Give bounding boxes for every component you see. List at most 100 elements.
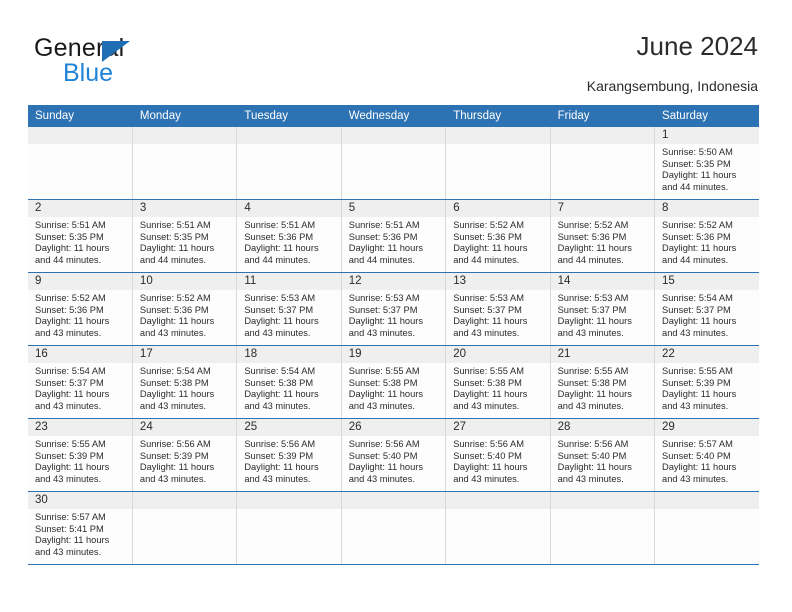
calendar-day-cell[interactable]: 27 Sunrise: 5:56 AM Sunset: 5:40 PM Dayligh… <box>445 418 551 492</box>
weekday-header-monday: Monday <box>132 105 238 127</box>
day-details: Sunrise: 5:54 AM Sunset: 5:38 PM Daylight:… <box>133 363 236 412</box>
calendar-day-cell[interactable]: 11 Sunrise: 5:53 AM Sunset: 5:37 PM Dayligh… <box>236 272 342 346</box>
daylight-text: Daylight: 11 hours and 44 minutes. <box>453 243 528 265</box>
day-details: Sunrise: 5:51 AM Sunset: 5:35 PM Daylight:… <box>133 217 236 266</box>
sunset-text: Sunset: 5:38 PM <box>348 377 418 388</box>
calendar-day-cell[interactable]: 21 Sunrise: 5:55 AM Sunset: 5:38 PM Dayligh… <box>550 345 656 419</box>
calendar-week-row: 1 Sunrise: 5:50 AM Sunset: 5:35 PM Daylight… <box>28 127 759 200</box>
daylight-text: Daylight: 11 hours and 43 minutes. <box>35 462 110 484</box>
day-details: Sunrise: 5:55 AM Sunset: 5:38 PM Daylight:… <box>342 363 445 412</box>
calendar-day-cell[interactable]: 20 Sunrise: 5:55 AM Sunset: 5:38 PM Dayligh… <box>445 345 551 419</box>
sunrise-text: Sunrise: 5:52 AM <box>139 293 211 303</box>
sunset-text: Sunset: 5:35 PM <box>662 158 731 169</box>
calendar-day-cell[interactable]: 5 Sunrise: 5:51 AM Sunset: 5:36 PM Daylight… <box>341 199 447 273</box>
sunrise-text: Sunrise: 5:51 AM <box>35 220 106 230</box>
calendar-day-cell[interactable]: 30 Sunrise: 5:57 AM Sunset: 5:41 PM Dayligh… <box>28 491 133 565</box>
day-number <box>550 492 655 509</box>
day-number: 4 <box>237 200 341 217</box>
calendar-day-cell[interactable]: 2 Sunrise: 5:51 AM Sunset: 5:35 PM Daylight… <box>28 199 133 273</box>
sunrise-text: Sunrise: 5:51 AM <box>244 220 316 230</box>
calendar-day-cell[interactable]: 9 Sunrise: 5:52 AM Sunset: 5:36 PM Daylight… <box>28 272 133 346</box>
calendar-day-cell[interactable]: 12 Sunrise: 5:53 AM Sunset: 5:37 PM Dayligh… <box>341 272 447 346</box>
sunset-text: Sunset: 5:37 PM <box>557 304 627 315</box>
calendar-day-cell[interactable]: 23 Sunrise: 5:55 AM Sunset: 5:39 PM Dayligh… <box>28 418 133 492</box>
sunset-text: Sunset: 5:41 PM <box>35 523 104 534</box>
calendar-week-row: 16 Sunrise: 5:54 AM Sunset: 5:37 PM Dayligh… <box>28 345 759 419</box>
sunset-text: Sunset: 5:40 PM <box>557 450 627 461</box>
calendar-day-cell[interactable]: 13 Sunrise: 5:53 AM Sunset: 5:37 PM Dayligh… <box>445 272 551 346</box>
calendar-day-cell[interactable]: 6 Sunrise: 5:52 AM Sunset: 5:36 PM Daylight… <box>445 199 551 273</box>
daylight-text: Daylight: 11 hours and 43 minutes. <box>662 316 737 338</box>
calendar-empty-cell <box>132 127 238 200</box>
calendar-day-cell[interactable]: 22 Sunrise: 5:55 AM Sunset: 5:39 PM Dayligh… <box>654 345 759 419</box>
daylight-text: Daylight: 11 hours and 43 minutes. <box>557 316 632 338</box>
calendar-day-cell[interactable]: 19 Sunrise: 5:55 AM Sunset: 5:38 PM Dayligh… <box>341 345 447 419</box>
day-number: 14 <box>550 273 655 290</box>
calendar-day-cell[interactable]: 28 Sunrise: 5:56 AM Sunset: 5:40 PM Dayligh… <box>550 418 656 492</box>
daylight-text: Daylight: 11 hours and 43 minutes. <box>662 462 737 484</box>
day-number: 12 <box>341 273 446 290</box>
day-details: Sunrise: 5:53 AM Sunset: 5:37 PM Daylight:… <box>237 290 340 339</box>
calendar-day-cell[interactable]: 8 Sunrise: 5:52 AM Sunset: 5:36 PM Daylight… <box>654 199 759 273</box>
day-number <box>341 492 446 509</box>
day-details: Sunrise: 5:55 AM Sunset: 5:38 PM Daylight:… <box>551 363 654 412</box>
page-title: June 2024 <box>636 31 758 61</box>
day-details: Sunrise: 5:53 AM Sunset: 5:37 PM Daylight:… <box>446 290 549 339</box>
sunset-text: Sunset: 5:38 PM <box>139 377 209 388</box>
sunrise-text: Sunrise: 5:55 AM <box>35 439 106 449</box>
day-details: Sunrise: 5:56 AM Sunset: 5:39 PM Daylight:… <box>133 436 236 485</box>
day-number: 23 <box>28 419 132 436</box>
day-details: Sunrise: 5:52 AM Sunset: 5:36 PM Daylight:… <box>551 217 654 266</box>
day-number <box>132 492 237 509</box>
calendar-day-cell[interactable]: 25 Sunrise: 5:56 AM Sunset: 5:39 PM Dayligh… <box>236 418 342 492</box>
day-details: Sunrise: 5:55 AM Sunset: 5:39 PM Daylight:… <box>655 363 759 412</box>
sunrise-text: Sunrise: 5:56 AM <box>557 439 629 449</box>
sunset-text: Sunset: 5:40 PM <box>453 450 522 461</box>
calendar-day-cell[interactable]: 7 Sunrise: 5:52 AM Sunset: 5:36 PM Daylight… <box>550 199 656 273</box>
day-details: Sunrise: 5:51 AM Sunset: 5:36 PM Daylight:… <box>237 217 340 266</box>
calendar-day-cell[interactable]: 4 Sunrise: 5:51 AM Sunset: 5:36 PM Daylight… <box>236 199 342 273</box>
calendar-empty-cell <box>236 491 342 565</box>
day-details: Sunrise: 5:55 AM Sunset: 5:38 PM Daylight:… <box>446 363 549 412</box>
sunrise-text: Sunrise: 5:52 AM <box>662 220 733 230</box>
sunrise-text: Sunrise: 5:53 AM <box>244 293 316 303</box>
sunrise-text: Sunrise: 5:53 AM <box>453 293 524 303</box>
calendar-day-cell[interactable]: 29 Sunrise: 5:57 AM Sunset: 5:40 PM Dayligh… <box>654 418 759 492</box>
calendar-week-row: 23 Sunrise: 5:55 AM Sunset: 5:39 PM Dayligh… <box>28 418 759 492</box>
day-details: Sunrise: 5:52 AM Sunset: 5:36 PM Daylight:… <box>655 217 759 266</box>
sunrise-text: Sunrise: 5:54 AM <box>35 366 106 376</box>
calendar-week-row: 30 Sunrise: 5:57 AM Sunset: 5:41 PM Dayligh… <box>28 491 759 565</box>
daylight-text: Daylight: 11 hours and 43 minutes. <box>557 462 632 484</box>
calendar-day-cell[interactable]: 24 Sunrise: 5:56 AM Sunset: 5:39 PM Dayligh… <box>132 418 238 492</box>
calendar-day-cell[interactable]: 1 Sunrise: 5:50 AM Sunset: 5:35 PM Daylight… <box>654 127 759 200</box>
general-blue-logo: General Blue <box>34 34 264 90</box>
sunset-text: Sunset: 5:36 PM <box>35 304 104 315</box>
day-number: 27 <box>446 419 550 436</box>
sunrise-text: Sunrise: 5:55 AM <box>348 366 420 376</box>
calendar-day-cell[interactable]: 10 Sunrise: 5:52 AM Sunset: 5:36 PM Dayligh… <box>132 272 238 346</box>
day-details: Sunrise: 5:51 AM Sunset: 5:35 PM Daylight:… <box>28 217 132 266</box>
weekday-header-saturday: Saturday <box>654 105 759 127</box>
daylight-text: Daylight: 11 hours and 43 minutes. <box>453 462 528 484</box>
sunset-text: Sunset: 5:36 PM <box>453 231 522 242</box>
calendar-day-cell[interactable]: 18 Sunrise: 5:54 AM Sunset: 5:38 PM Dayligh… <box>236 345 342 419</box>
day-number <box>446 127 550 144</box>
sunrise-text: Sunrise: 5:51 AM <box>348 220 420 230</box>
calendar-day-cell[interactable]: 26 Sunrise: 5:56 AM Sunset: 5:40 PM Dayligh… <box>341 418 447 492</box>
calendar-day-cell[interactable]: 17 Sunrise: 5:54 AM Sunset: 5:38 PM Dayligh… <box>132 345 238 419</box>
sunrise-text: Sunrise: 5:54 AM <box>139 366 211 376</box>
day-number: 19 <box>341 346 446 363</box>
calendar-day-cell[interactable]: 16 Sunrise: 5:54 AM Sunset: 5:37 PM Dayligh… <box>28 345 133 419</box>
day-details: Sunrise: 5:53 AM Sunset: 5:37 PM Daylight:… <box>342 290 445 339</box>
sunset-text: Sunset: 5:36 PM <box>662 231 731 242</box>
day-number: 18 <box>237 346 341 363</box>
calendar-day-cell[interactable]: 3 Sunrise: 5:51 AM Sunset: 5:35 PM Daylight… <box>132 199 238 273</box>
daylight-text: Daylight: 11 hours and 43 minutes. <box>139 462 215 484</box>
daylight-text: Daylight: 11 hours and 43 minutes. <box>244 462 319 484</box>
calendar-day-cell[interactable]: 15 Sunrise: 5:54 AM Sunset: 5:37 PM Dayligh… <box>654 272 759 346</box>
calendar-day-cell[interactable]: 14 Sunrise: 5:53 AM Sunset: 5:37 PM Dayligh… <box>550 272 656 346</box>
sunrise-text: Sunrise: 5:53 AM <box>557 293 629 303</box>
day-number: 1 <box>655 127 759 144</box>
daylight-text: Daylight: 11 hours and 43 minutes. <box>662 389 737 411</box>
sunrise-text: Sunrise: 5:56 AM <box>244 439 316 449</box>
